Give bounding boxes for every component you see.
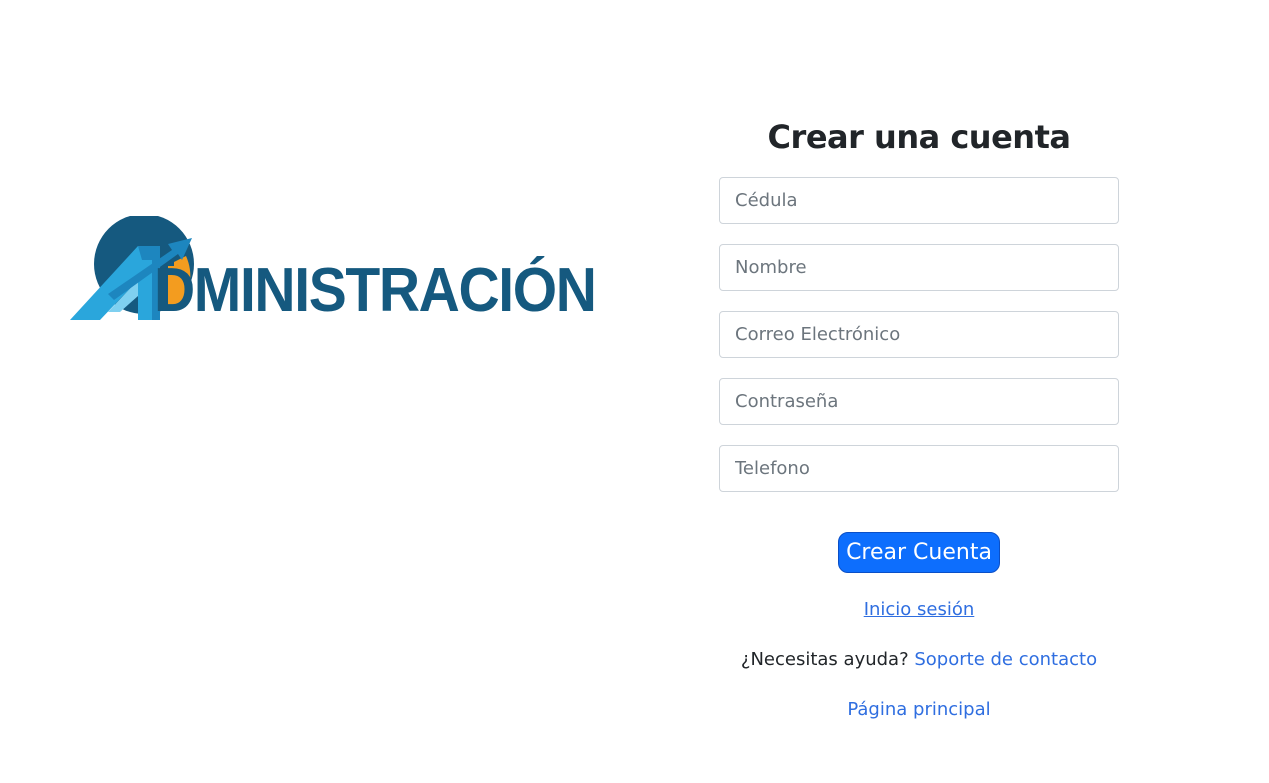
help-text: ¿Necesitas ayuda?	[740, 649, 915, 670]
page: DMINISTRACIÓN Crear una cuenta Crear Cue…	[0, 0, 1269, 783]
password-field[interactable]	[719, 378, 1119, 425]
home-page-link[interactable]: Página principal	[847, 699, 990, 720]
email-field[interactable]	[719, 311, 1119, 358]
submit-row: Crear Cuenta	[719, 532, 1119, 573]
home-link-row: Página principal	[719, 685, 1119, 735]
administracion-logo: DMINISTRACIÓN	[68, 216, 648, 326]
login-link[interactable]: Inicio sesión	[864, 599, 975, 620]
support-contact-link[interactable]: Soporte de contacto	[914, 649, 1097, 670]
register-form: Crear una cuenta Crear Cuenta Inicio ses…	[719, 112, 1119, 735]
page-title: Crear una cuenta	[767, 118, 1071, 156]
phone-field[interactable]	[719, 445, 1119, 492]
login-link-row: Inicio sesión	[719, 585, 1119, 635]
cedula-field[interactable]	[719, 177, 1119, 224]
nombre-field[interactable]	[719, 244, 1119, 291]
create-account-button[interactable]: Crear Cuenta	[838, 532, 1000, 573]
logo-wordmark: DMINISTRACIÓN	[154, 256, 597, 325]
help-row: ¿Necesitas ayuda? Soporte de contacto	[719, 635, 1119, 685]
